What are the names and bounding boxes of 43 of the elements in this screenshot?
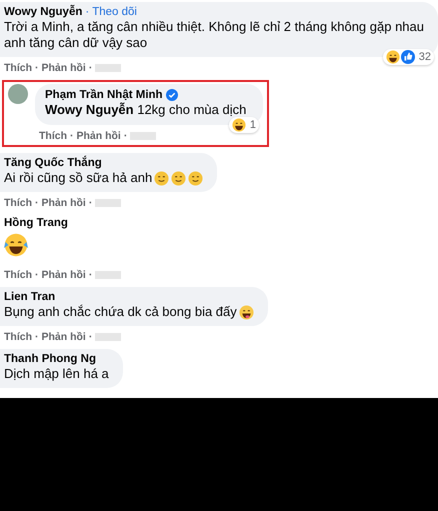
laughing-face-icon — [232, 118, 246, 132]
reaction-count[interactable]: 1 — [228, 117, 259, 133]
reply-link[interactable]: Phản hồi — [42, 62, 86, 74]
like-link[interactable]: Thích — [39, 130, 67, 142]
separator-dot: · — [35, 62, 38, 74]
crying-laughing-face-icon — [4, 233, 28, 257]
like-icon — [400, 50, 415, 64]
smiling-face-icon — [154, 170, 170, 186]
separator-dot: · — [88, 331, 92, 343]
separator-dot: · — [88, 269, 92, 281]
laughing-face-icon — [386, 50, 400, 64]
like-link[interactable]: Thích — [4, 62, 32, 74]
separator-dot: · — [35, 197, 38, 209]
tongue-face-icon — [238, 304, 254, 320]
author-name[interactable]: Thanh Phong Ng — [4, 353, 96, 365]
author-name[interactable]: Tăng Quốc Thắng — [4, 157, 102, 169]
author-name[interactable]: Phạm Trần Nhật Minh — [45, 89, 163, 101]
reply-link[interactable]: Phản hồi — [42, 331, 86, 343]
smiling-face-icon — [188, 170, 204, 186]
separator-dot: · — [35, 269, 38, 281]
reply-link[interactable]: Phản hồi — [42, 269, 86, 281]
follow-link[interactable]: · Theo dõi — [85, 6, 137, 18]
author-name[interactable]: Lien Tran — [4, 291, 56, 303]
smiling-face-icon — [171, 170, 186, 186]
like-link[interactable]: Thích — [4, 269, 32, 281]
separator-dot: · — [70, 130, 74, 142]
like-link[interactable]: Thích — [4, 197, 32, 209]
separator-dot: · — [88, 62, 92, 74]
reaction-count[interactable]: 32 — [382, 49, 434, 65]
author-name[interactable]: Wowy Nguyễn — [4, 6, 82, 18]
comment-text: Trời a Minh, a tăng cân nhiều thiệt. Không lẽ chỉ 2 tháng không gặp nhau anh tăng cân dữ vậy sao — [4, 19, 424, 51]
comment-text: Dịch mập lên há a — [4, 366, 109, 382]
like-link[interactable]: Thích — [4, 331, 32, 343]
comment-text: Bụng anh chắc chứa dk cả bong bia đấy — [4, 304, 237, 320]
avatar[interactable] — [8, 84, 28, 104]
comment-text: Wowy Nguyễn 12kg cho mùa dịch — [45, 102, 246, 118]
author-name[interactable]: Hồng Trang — [4, 217, 68, 229]
reply-link[interactable]: Phản hồi — [42, 197, 86, 209]
reply-link[interactable]: Phản hồi — [76, 130, 121, 142]
separator-dot: · — [88, 197, 92, 209]
separator-dot: · — [124, 130, 128, 142]
comment-text: Ai rồi cũng sồ sữa hả anh — [4, 170, 152, 186]
separator-dot: · — [35, 331, 38, 343]
